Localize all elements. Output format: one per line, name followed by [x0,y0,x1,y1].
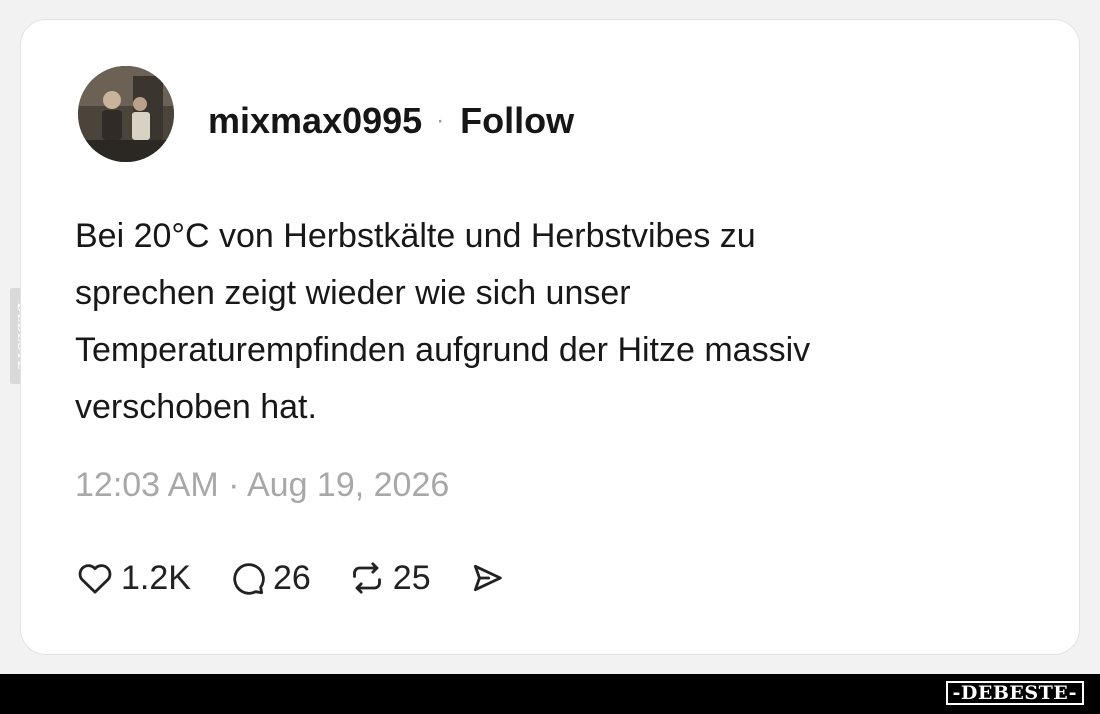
avatar-photo [78,66,174,162]
comment-button[interactable]: 26 [227,558,311,598]
like-count: 1.2K [121,558,191,597]
repost-button[interactable]: 25 [347,558,431,598]
header-separator: · [436,107,445,134]
post-text: Bei 20°C von Herbstkälte und Herbstvibes… [75,217,811,426]
username[interactable]: mixmax0995 [208,100,422,142]
heart-icon [78,564,112,594]
like-button[interactable]: 1.2K [75,558,191,598]
post-header: mixmax0995 · Follow [208,98,574,144]
bottom-bar: -DEBESTE- [0,674,1100,714]
repost-icon [352,562,381,594]
comment-count: 26 [272,558,311,597]
brand-text: -DEBESTE- [952,682,1077,704]
send-icon [473,564,502,592]
avatar[interactable] [78,66,174,162]
post-card: mixmax0995 · Follow Bei 20°C von Herbstk… [20,19,1080,655]
post-timestamp: 12:03 AM · Aug 19, 2026 [75,466,450,504]
comment-bubble-icon [233,563,265,595]
repost-count: 25 [392,558,431,597]
brand-logo: -DEBESTE- [945,681,1084,705]
action-bar: 1.2K 26 25 [75,556,513,600]
share-button[interactable] [467,558,513,598]
follow-button[interactable]: Follow [460,100,574,142]
